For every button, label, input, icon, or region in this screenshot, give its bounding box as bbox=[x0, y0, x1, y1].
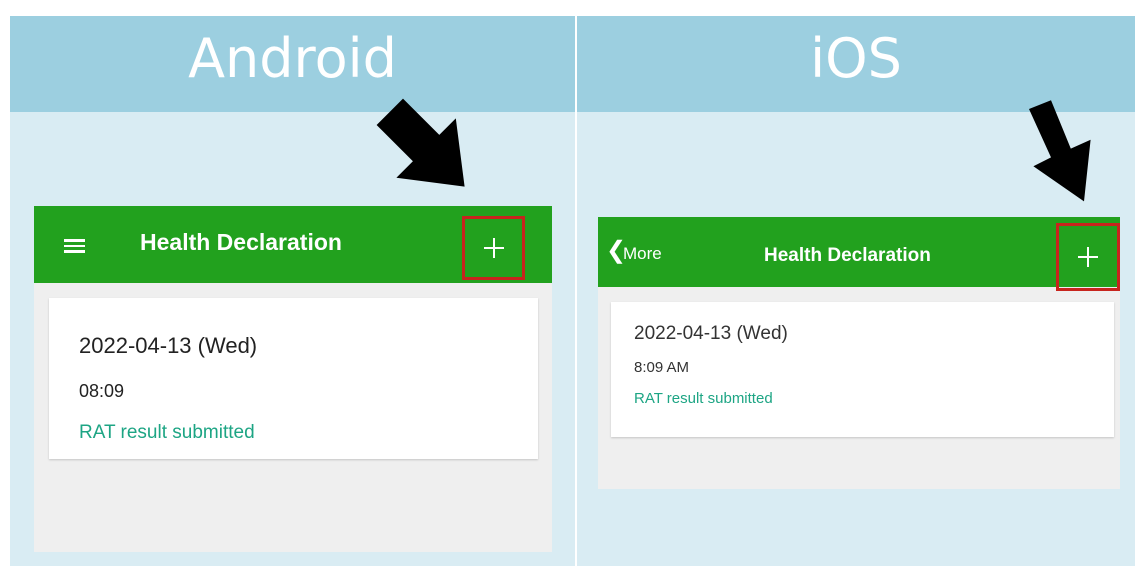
android-declaration-card[interactable]: 2022-04-13 (Wed) 08:09 RAT result submit… bbox=[49, 298, 538, 459]
android-header-band: Android bbox=[10, 16, 575, 112]
card-date: 2022-04-13 (Wed) bbox=[634, 323, 788, 344]
arrow-down-right-icon bbox=[1029, 100, 1091, 202]
back-label: More bbox=[623, 244, 662, 263]
card-time: 8:09 AM bbox=[634, 359, 690, 376]
ios-app-bar-title: Health Declaration bbox=[764, 245, 931, 266]
card-date: 2022-04-13 (Wed) bbox=[79, 333, 258, 358]
ios-declaration-card[interactable]: 2022-04-13 (Wed) 8:09 AM RAT result subm… bbox=[611, 302, 1114, 437]
card-status: RAT result submitted bbox=[634, 390, 773, 407]
hamburger-menu-icon[interactable] bbox=[64, 239, 85, 253]
ios-phone-screen: ❮ More Health Declaration 2022-04-13 (We… bbox=[598, 217, 1120, 489]
arrow-down-right-icon bbox=[376, 98, 465, 187]
android-app-bar-title: Health Declaration bbox=[140, 229, 342, 255]
android-phone-screen: Health Declaration 2022-04-13 (Wed) 08:0… bbox=[34, 206, 552, 552]
android-add-button[interactable] bbox=[462, 216, 525, 280]
card-time: 08:09 bbox=[79, 381, 125, 401]
ios-add-button[interactable] bbox=[1056, 223, 1120, 291]
card-status: RAT result submitted bbox=[79, 422, 255, 443]
ios-app-bar: ❮ More Health Declaration bbox=[598, 217, 1120, 291]
android-panel: Android Health Declaration 2022-04-13 (W… bbox=[10, 16, 575, 566]
android-app-bar: Health Declaration bbox=[34, 206, 552, 283]
android-panel-title: Android bbox=[188, 27, 397, 90]
